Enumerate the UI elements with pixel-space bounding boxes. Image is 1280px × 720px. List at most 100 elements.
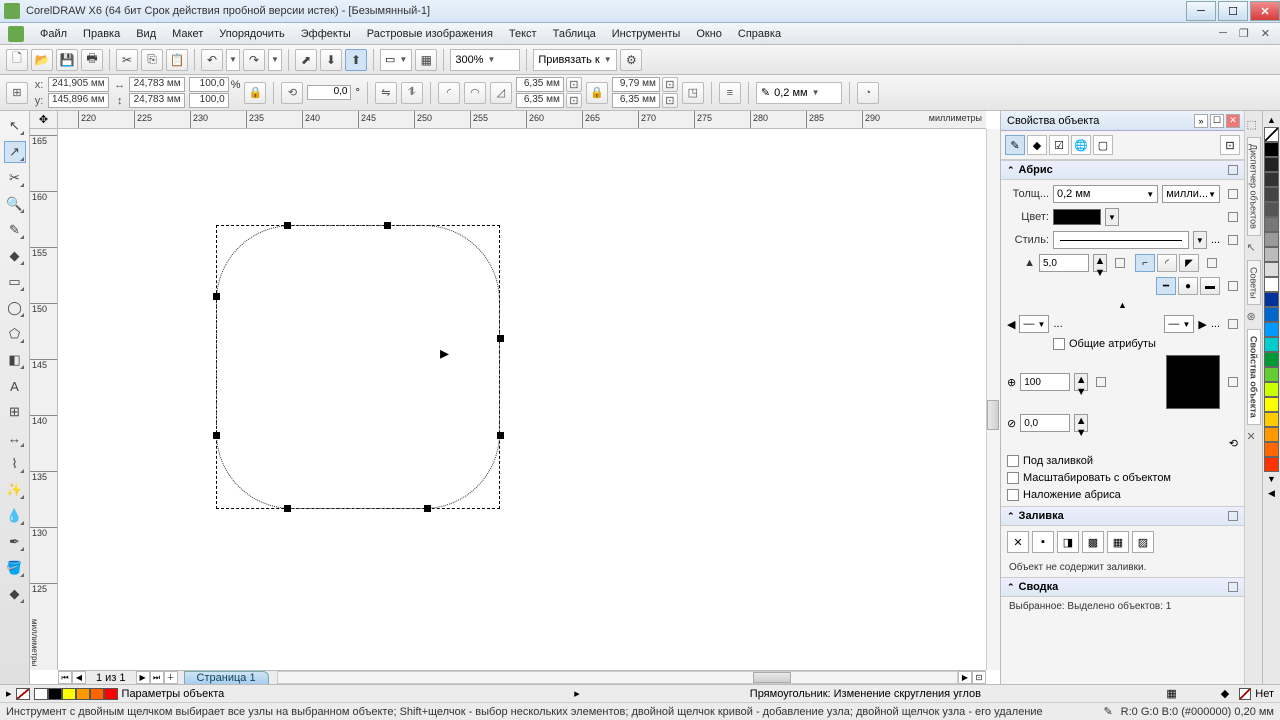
color-swatch[interactable] [1264, 142, 1279, 157]
status-caret-icon[interactable]: ▸ [574, 687, 580, 700]
options-tab[interactable]: ⊡ [1220, 135, 1240, 155]
color-swatch[interactable] [1264, 277, 1279, 292]
smart-fill-tool[interactable]: ◆ [4, 245, 26, 267]
mirror-h-button[interactable]: ⇋ [375, 82, 397, 104]
node-handle[interactable] [213, 293, 220, 300]
import-button[interactable]: ⬇ [320, 49, 342, 71]
internet-tab[interactable]: 🌐 [1071, 135, 1091, 155]
menu-view[interactable]: Вид [128, 26, 164, 42]
snap-combo[interactable]: Привязать к▼ [533, 49, 617, 71]
corner-bevel-button[interactable]: ◤ [1179, 254, 1199, 272]
corner-link-icon-2[interactable]: ⊡ [566, 93, 582, 108]
docker-collapse-button[interactable]: » [1194, 114, 1208, 128]
start-arrow-more[interactable]: ... [1053, 318, 1062, 330]
color-swatch[interactable] [1264, 307, 1279, 322]
corner-br-field[interactable]: 6,35 мм [612, 93, 660, 108]
outline-section-header[interactable]: ⌃ Абрис [1001, 160, 1244, 180]
start-arrow-combo[interactable]: —▼ [1019, 315, 1049, 333]
prev-page-button[interactable]: ◀ [72, 671, 86, 684]
lock-icon[interactable] [1228, 212, 1238, 222]
node-handle[interactable] [424, 505, 431, 512]
color-swatch[interactable] [1264, 292, 1279, 307]
scale-y-field[interactable]: 100,0 [189, 93, 229, 108]
line-style-preview[interactable] [1053, 231, 1189, 249]
relative-corner-button[interactable]: ◳ [682, 82, 704, 104]
page-tab-1[interactable]: Страница 1 [184, 671, 269, 685]
menu-help[interactable]: Справка [730, 26, 789, 42]
corner-link-icon-4[interactable]: ⊡ [662, 93, 678, 108]
ruler-origin[interactable]: ✥ [30, 111, 58, 129]
fill-tool[interactable]: 🪣 [4, 557, 26, 579]
object-origin-icon[interactable]: ⊞ [6, 82, 28, 104]
pick-icon[interactable]: ↖ [1247, 241, 1261, 255]
color-swatch[interactable] [1264, 367, 1279, 382]
outline-width-combo[interactable]: ✎0,2 мм▼ [756, 82, 842, 104]
lock-icon[interactable] [1228, 319, 1238, 329]
polygon-tool[interactable]: ⬠ [4, 323, 26, 345]
outline-unit-field[interactable]: милли...▼ [1162, 185, 1220, 203]
rounded-rectangle-shape[interactable] [216, 225, 500, 509]
canvas-viewport[interactable]: ▸ [58, 129, 986, 670]
undo-button[interactable]: ↶ [201, 49, 223, 71]
corner-round-button[interactable]: ◜ [438, 82, 460, 104]
end-arrow-more[interactable]: ... [1211, 318, 1220, 330]
color-swatch[interactable] [1264, 172, 1279, 187]
close-tab-icon[interactable]: ✕ [1247, 430, 1261, 444]
width-field[interactable]: 24,783 мм [129, 77, 185, 92]
menu-layout[interactable]: Макет [164, 26, 211, 42]
palette-down-arrow[interactable]: ▼ [1267, 472, 1276, 486]
cut-button[interactable]: ✂ [116, 49, 138, 71]
outline-color-swatch[interactable] [1053, 209, 1101, 225]
color-swatch[interactable] [1264, 322, 1279, 337]
miter-field[interactable] [1039, 254, 1089, 272]
basic-shapes-tool[interactable]: ◧ [4, 349, 26, 371]
menu-table[interactable]: Таблица [545, 26, 604, 42]
navigator-button[interactable]: ⊡ [972, 671, 986, 684]
corner-miter-button[interactable]: ⌐ [1135, 254, 1155, 272]
fountain-fill-button[interactable]: ◨ [1057, 531, 1079, 553]
menu-file[interactable]: Файл [32, 26, 75, 42]
node-handle[interactable] [213, 432, 220, 439]
child-minimize[interactable]: ─ [1215, 27, 1231, 40]
default-button[interactable]: ⟲ [1229, 437, 1238, 450]
menu-text[interactable]: Текст [501, 26, 545, 42]
corner-chamfer-button[interactable]: ◿ [490, 82, 512, 104]
style-more-button[interactable]: ... [1211, 234, 1220, 246]
color-swatch[interactable] [1264, 187, 1279, 202]
corner-round-button[interactable]: ◜ [1157, 254, 1177, 272]
publish-dropdown[interactable]: ▭▼ [380, 49, 412, 71]
star-icon[interactable]: ⊛ [1247, 310, 1261, 324]
angle-spinner[interactable]: ▲▼ [1074, 414, 1088, 432]
menu-edit[interactable]: Правка [75, 26, 128, 42]
corner-bl-field[interactable]: 6,35 мм [516, 93, 564, 108]
lock-icon[interactable] [1207, 258, 1217, 268]
maximize-button[interactable]: ☐ [1218, 1, 1248, 21]
uniform-fill-button[interactable]: ▪ [1032, 531, 1054, 553]
crop-tool[interactable]: ✂ [4, 167, 26, 189]
stretch-spinner[interactable]: ▲▼ [1074, 373, 1088, 391]
color-swatch[interactable] [1264, 247, 1279, 262]
text-tool[interactable]: A [4, 375, 26, 397]
node-handle[interactable] [497, 335, 504, 342]
horizontal-ruler[interactable]: миллиметры 22022523023524024525025526026… [58, 111, 986, 129]
color-swatch[interactable] [1264, 232, 1279, 247]
play-icon[interactable]: ▸ [6, 687, 12, 700]
close-button[interactable]: ✕ [1250, 1, 1280, 21]
behind-fill-checkbox[interactable] [1007, 455, 1019, 467]
print-button[interactable]: 🖶 [81, 49, 103, 71]
corner-scallop-button[interactable]: ◠ [464, 82, 486, 104]
corner-tr-field[interactable]: 9,79 мм [612, 77, 660, 92]
docker-detach-button[interactable]: ☐ [1210, 114, 1224, 128]
color-proof-icon[interactable]: ▦ [1166, 687, 1176, 700]
dimension-tool[interactable]: ↔ [4, 427, 26, 449]
first-page-button[interactable]: ⏮ [58, 671, 72, 684]
mini-color-swatch[interactable] [48, 688, 62, 700]
color-swatch[interactable] [1264, 397, 1279, 412]
pattern-fill-button[interactable]: ▩ [1082, 531, 1104, 553]
to-curves-button[interactable]: ◔ [857, 82, 879, 104]
hints-icon[interactable]: ⬚ [1247, 118, 1261, 132]
scale-with-checkbox[interactable] [1007, 472, 1019, 484]
height-field[interactable]: 24,783 мм [129, 93, 185, 108]
color-swatch[interactable] [1264, 262, 1279, 277]
mini-color-swatch[interactable] [104, 688, 118, 700]
